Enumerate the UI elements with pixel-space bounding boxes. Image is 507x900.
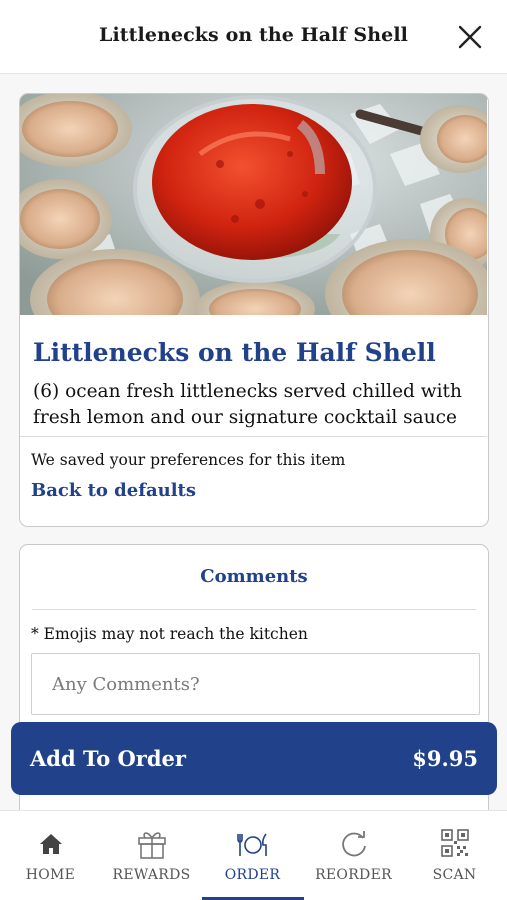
order-price: $9.95 xyxy=(412,746,478,771)
add-to-order-button[interactable]: Add To Order $9.95 xyxy=(11,722,497,795)
tab-reorder-label: REORDER xyxy=(315,867,392,883)
emoji-warning-note: * Emojis may not reach the kitchen xyxy=(31,625,308,643)
item-title: Littlenecks on the Half Shell xyxy=(33,338,436,367)
divider xyxy=(32,609,476,610)
item-details-scroll[interactable]: Littlenecks on the Half Shell (6) ocean … xyxy=(0,74,507,810)
item-description: (6) ocean fresh littlenecks served chill… xyxy=(33,381,462,428)
comments-input[interactable] xyxy=(31,653,480,715)
tab-rewards[interactable]: REWARDS xyxy=(101,811,202,900)
add-to-order-label: Add To Order xyxy=(30,746,186,771)
home-icon xyxy=(39,834,62,854)
tab-order[interactable]: ORDER xyxy=(202,811,303,900)
comments-heading: Comments xyxy=(200,566,308,587)
tab-scan-label: SCAN xyxy=(432,867,477,883)
tab-scan[interactable]: SCAN xyxy=(404,811,505,900)
qr-code-icon xyxy=(440,829,469,857)
close-button[interactable] xyxy=(457,24,483,50)
tab-order-label: ORDER xyxy=(224,867,281,883)
divider xyxy=(20,436,487,437)
close-icon xyxy=(458,25,482,49)
tab-reorder[interactable]: REORDER xyxy=(303,811,404,900)
saved-preferences-note: We saved your preferences for this item xyxy=(31,451,346,469)
reorder-icon xyxy=(341,831,366,857)
utensils-icon xyxy=(236,833,267,856)
tab-home-label: HOME xyxy=(25,867,76,883)
gift-icon xyxy=(137,832,166,859)
header: Littlenecks on the Half Shell xyxy=(0,0,507,74)
food-photo xyxy=(20,94,487,315)
bottom-tab-bar: HOME REWARDS ORDER REORDER SCAN xyxy=(0,810,507,900)
back-to-defaults-link[interactable]: Back to defaults xyxy=(31,480,196,501)
item-card: Littlenecks on the Half Shell (6) ocean … xyxy=(19,93,489,527)
tab-home[interactable]: HOME xyxy=(0,811,101,900)
tab-rewards-label: REWARDS xyxy=(112,867,191,883)
page-title: Littlenecks on the Half Shell xyxy=(98,24,408,46)
